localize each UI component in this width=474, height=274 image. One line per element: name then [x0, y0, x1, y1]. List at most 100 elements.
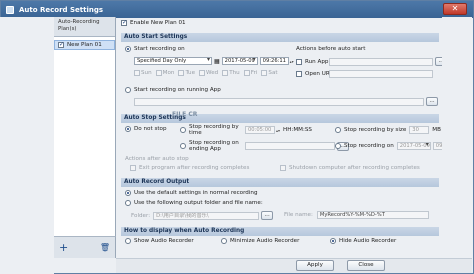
- run-app-label: Run App: [305, 58, 329, 65]
- plan-list-header: Auto-Recording Plan(s): [54, 17, 115, 37]
- plan-enabled-checkbox[interactable]: [58, 41, 64, 48]
- open-url-label: Open URL: [305, 71, 333, 77]
- day-option[interactable]: Wed: [199, 70, 218, 76]
- default-output-row: Use the default settings in normal recor…: [125, 190, 258, 196]
- app-icon: [6, 5, 14, 14]
- ending-app-radio[interactable]: [180, 143, 186, 149]
- time-spinner-icon[interactable]: ▴▾: [290, 59, 294, 64]
- day-label: Sun: [141, 70, 152, 76]
- shutdown-checkbox[interactable]: [280, 165, 286, 171]
- day-option[interactable]: Sun: [134, 70, 152, 76]
- day-checkbox[interactable]: [222, 70, 229, 76]
- actions-before-label: Actions before auto start: [296, 46, 366, 52]
- plan-list-item-label: New Plan 01: [67, 42, 102, 48]
- day-option[interactable]: Thu: [222, 70, 240, 76]
- day-option[interactable]: Fri: [243, 70, 257, 76]
- stop-by-size-row: Stop recording by size 30 MB: [335, 126, 441, 134]
- default-output-label: Use the default settings in normal recor…: [134, 190, 258, 196]
- start-schedule-row: Specified Day Only ▦ 2017-05-09 09:26:11…: [134, 57, 294, 65]
- day-checkbox[interactable]: [178, 70, 185, 76]
- run-app-checkbox[interactable]: [296, 58, 302, 65]
- auto-start-section-header: Auto Start Settings: [121, 33, 439, 42]
- dialog-footer: Apply Close: [116, 258, 472, 273]
- folder-browse-button[interactable]: ...: [261, 211, 274, 220]
- open-url-row: Open URL: [296, 70, 433, 78]
- folder-label: Folder:: [131, 212, 151, 219]
- actions-after-label: Actions after auto stop: [125, 156, 189, 162]
- plan-list-item[interactable]: New Plan 01: [54, 40, 115, 50]
- shutdown-row: Shutdown computer after recording comple…: [280, 165, 420, 171]
- day-label: Mon: [162, 70, 175, 76]
- start-on-radio[interactable]: [125, 46, 131, 52]
- minimize-recorder-radio[interactable]: [221, 238, 227, 244]
- left-margin: [0, 17, 54, 274]
- shutdown-label: Shutdown computer after recording comple…: [289, 165, 420, 171]
- stop-size-unit: MB: [432, 127, 441, 133]
- running-app-radio[interactable]: [125, 87, 131, 93]
- stop-date-field[interactable]: 2017-05-09: [396, 142, 431, 150]
- enable-plan-row[interactable]: Enable New Plan 01: [121, 19, 186, 26]
- day-label: Tue: [185, 70, 196, 76]
- do-not-stop-radio[interactable]: [125, 126, 131, 132]
- trash-icon[interactable]: 🗑: [100, 243, 110, 253]
- plan-list-panel: Auto-Recording Plan(s) New Plan 01: [54, 17, 116, 236]
- watermark: FILE CR: [172, 111, 198, 118]
- start-time-field[interactable]: 09:26:11: [259, 57, 289, 65]
- output-folder-row: Folder: D:\用户目录\我的音乐\ ...: [131, 211, 274, 220]
- day-option[interactable]: Mon: [155, 70, 175, 76]
- stop-size-field[interactable]: 30: [409, 126, 430, 134]
- show-recorder-row: Show Audio Recorder: [125, 238, 194, 244]
- calendar-icon[interactable]: ▦: [214, 58, 220, 65]
- exit-program-label: Exit program after recording completes: [139, 165, 250, 171]
- apply-button[interactable]: Apply: [296, 260, 334, 271]
- title-bar: Auto Record Settings ✕: [1, 1, 473, 18]
- run-app-path-field[interactable]: [329, 57, 433, 66]
- file-name-field[interactable]: MyRecord%Y-%M-%D-%T: [316, 211, 429, 219]
- custom-output-radio[interactable]: [125, 200, 131, 206]
- running-app-field[interactable]: [134, 97, 424, 106]
- close-button[interactable]: Close: [347, 260, 385, 271]
- plan-list-toolbar: + 🗑: [54, 236, 116, 258]
- day-label: Sat: [268, 70, 278, 76]
- add-plan-button[interactable]: +: [59, 242, 68, 253]
- exit-program-checkbox[interactable]: [130, 165, 136, 171]
- day-checkbox[interactable]: [261, 70, 268, 76]
- stop-by-size-label: Stop recording by size: [344, 127, 407, 133]
- running-app-browse-button[interactable]: ...: [426, 97, 438, 106]
- ending-app-field[interactable]: [245, 142, 335, 150]
- ending-app-row: Stop recording on ending App ...: [180, 140, 349, 152]
- day-checkbox[interactable]: [155, 70, 162, 76]
- folder-field[interactable]: D:\用户目录\我的音乐\: [153, 211, 260, 220]
- minimize-recorder-row: Minimize Audio Recorder: [221, 238, 299, 244]
- file-name-label: File name:: [284, 212, 313, 218]
- hide-recorder-radio[interactable]: [330, 238, 336, 244]
- start-date-field[interactable]: 2017-05-09: [221, 57, 258, 65]
- stop-time-unit: HH:MM:SS: [283, 127, 312, 133]
- enable-plan-checkbox[interactable]: [121, 19, 127, 26]
- close-window-button[interactable]: ✕: [443, 3, 467, 15]
- day-option[interactable]: Tue: [178, 70, 195, 76]
- ending-app-label: Stop recording on ending App: [189, 140, 239, 152]
- show-recorder-radio[interactable]: [125, 238, 131, 244]
- day-option[interactable]: Sat: [261, 70, 278, 76]
- auto-output-section-header: Auto Record Output: [121, 178, 439, 187]
- custom-output-label: Use the following output folder and file…: [134, 200, 263, 206]
- stop-time-spinner-icon[interactable]: ▴▾: [276, 128, 280, 133]
- day-checkbox[interactable]: [134, 70, 140, 76]
- running-app-field-row: ...: [134, 97, 438, 106]
- do-not-stop-label: Do not stop: [134, 126, 167, 132]
- open-url-field[interactable]: [329, 70, 433, 78]
- start-mode-select[interactable]: Specified Day Only: [134, 57, 212, 65]
- custom-output-row: Use the following output folder and file…: [125, 200, 263, 206]
- open-url-checkbox[interactable]: [296, 71, 302, 77]
- running-app-label: Start recording on running App: [134, 87, 221, 93]
- stop-on-label: Stop recording on: [344, 143, 394, 149]
- day-checkbox[interactable]: [199, 70, 206, 76]
- day-checkbox[interactable]: [243, 70, 250, 76]
- stop-by-time-radio[interactable]: [180, 127, 186, 133]
- stop-by-size-radio[interactable]: [335, 127, 341, 133]
- stop-time-field[interactable]: 00:05:00: [245, 126, 275, 134]
- default-output-radio[interactable]: [125, 190, 131, 196]
- stop-on-radio[interactable]: [335, 143, 341, 149]
- plan-settings-panel: Enable New Plan 01 Auto Start Settings S…: [117, 17, 465, 258]
